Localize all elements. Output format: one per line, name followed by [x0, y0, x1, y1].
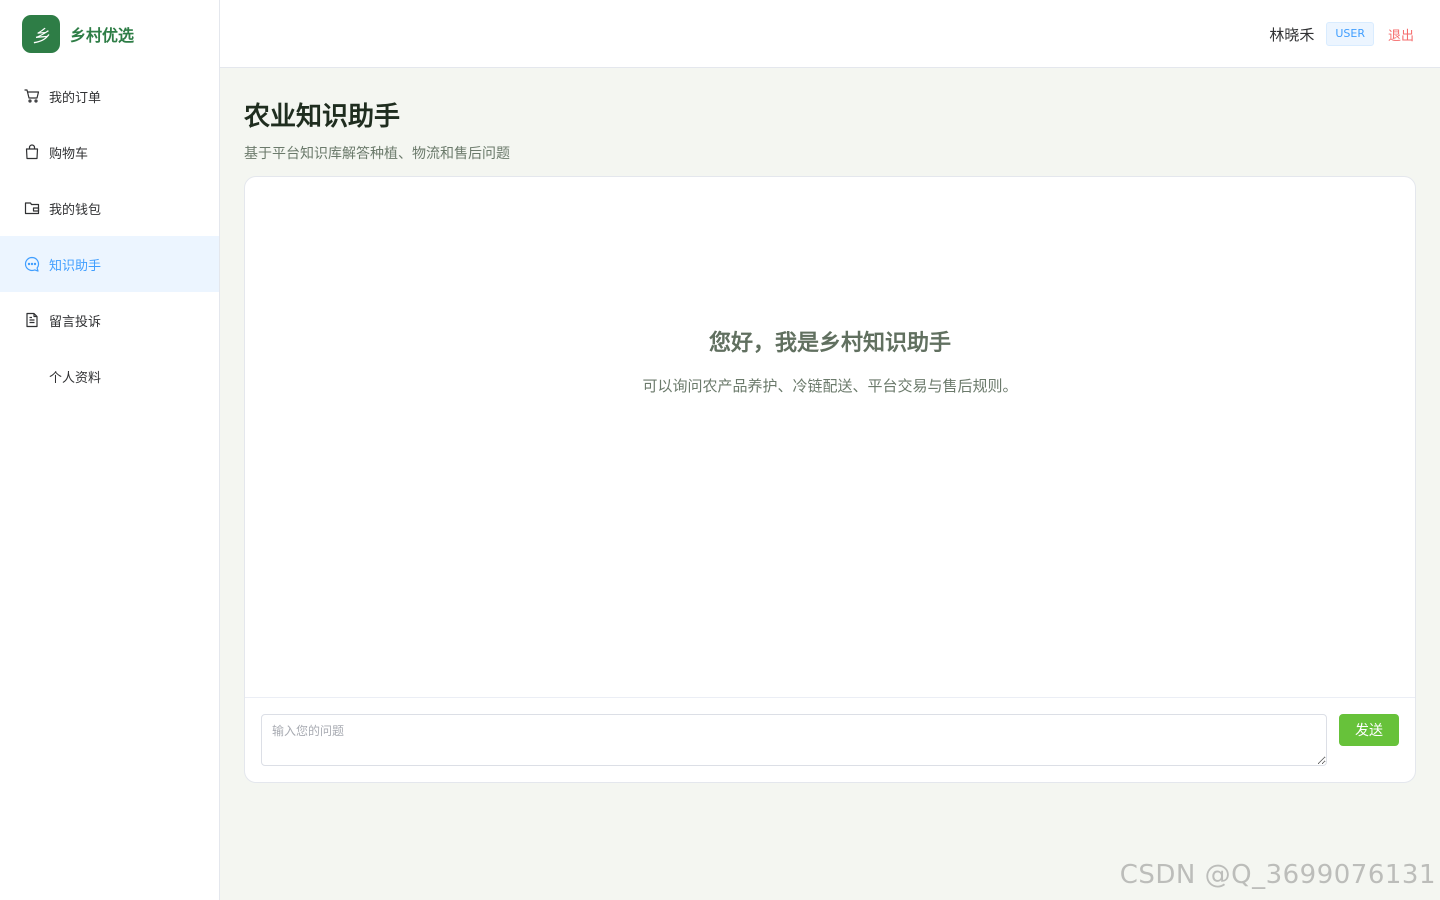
sidebar-item-label: 个人资料 — [49, 370, 102, 386]
chat-bubble-icon — [24, 256, 40, 272]
sidebar-item-cart[interactable]: 购物车 — [0, 124, 219, 180]
page-subtitle: 基于平台知识库解答种植、物流和售后问题 — [244, 146, 510, 162]
wallet-icon — [24, 200, 40, 216]
sidebar-menu: 我的订单 购物车 我的钱包 知识助手 留言投诉 个人资料 — [0, 68, 219, 404]
chat-messages-area: 您好，我是乡村知识助手 可以询问农产品养护、冷链配送、平台交易与售后规则。 — [245, 177, 1415, 698]
sidebar-item-feedback[interactable]: 留言投诉 — [0, 292, 219, 348]
page-header: 农业知识助手 基于平台知识库解答种植、物流和售后问题 — [244, 96, 510, 163]
sidebar-item-label: 我的订单 — [49, 90, 102, 106]
sidebar-item-profile[interactable]: 个人资料 — [0, 348, 219, 404]
user-info: 林晓禾 USER 退出 — [1269, 22, 1414, 46]
logo[interactable]: 乡 乡村优选 — [0, 0, 219, 68]
document-icon — [24, 312, 40, 328]
send-button[interactable]: 发送 — [1339, 714, 1399, 746]
question-input[interactable] — [261, 714, 1327, 766]
watermark: CSDN @Q_3699076131 — [1119, 860, 1436, 890]
user-name: 林晓禾 — [1269, 25, 1315, 44]
page-title: 农业知识助手 — [244, 102, 401, 132]
sidebar-item-orders[interactable]: 我的订单 — [0, 68, 219, 124]
logout-link[interactable]: 退出 — [1388, 25, 1414, 44]
welcome-title: 您好，我是乡村知识助手 — [708, 331, 951, 356]
top-header: 林晓禾 USER 退出 — [220, 0, 1440, 68]
sidebar-item-knowledge-assistant[interactable]: 知识助手 — [0, 236, 219, 292]
welcome-message: 您好，我是乡村知识助手 可以询问农产品养护、冷链配送、平台交易与售后规则。 — [245, 325, 1415, 396]
sidebar-item-label: 知识助手 — [49, 258, 102, 274]
welcome-text: 可以询问农产品养护、冷链配送、平台交易与售后规则。 — [642, 377, 1018, 395]
sidebar-item-label: 购物车 — [49, 146, 89, 162]
shopping-bag-icon — [24, 144, 40, 160]
sidebar: 乡 乡村优选 我的订单 购物车 我的钱包 知识助手 留言投诉 个人资料 — [0, 0, 220, 900]
sidebar-item-label: 我的钱包 — [49, 202, 102, 218]
cart-icon — [24, 88, 40, 104]
role-badge: USER — [1326, 22, 1374, 46]
chat-panel: 您好，我是乡村知识助手 可以询问农产品养护、冷链配送、平台交易与售后规则。 发送 — [244, 176, 1416, 783]
logo-icon: 乡 — [22, 15, 60, 53]
sidebar-item-label: 留言投诉 — [49, 314, 102, 330]
sidebar-item-wallet[interactable]: 我的钱包 — [0, 180, 219, 236]
app-name: 乡村优选 — [70, 26, 135, 45]
